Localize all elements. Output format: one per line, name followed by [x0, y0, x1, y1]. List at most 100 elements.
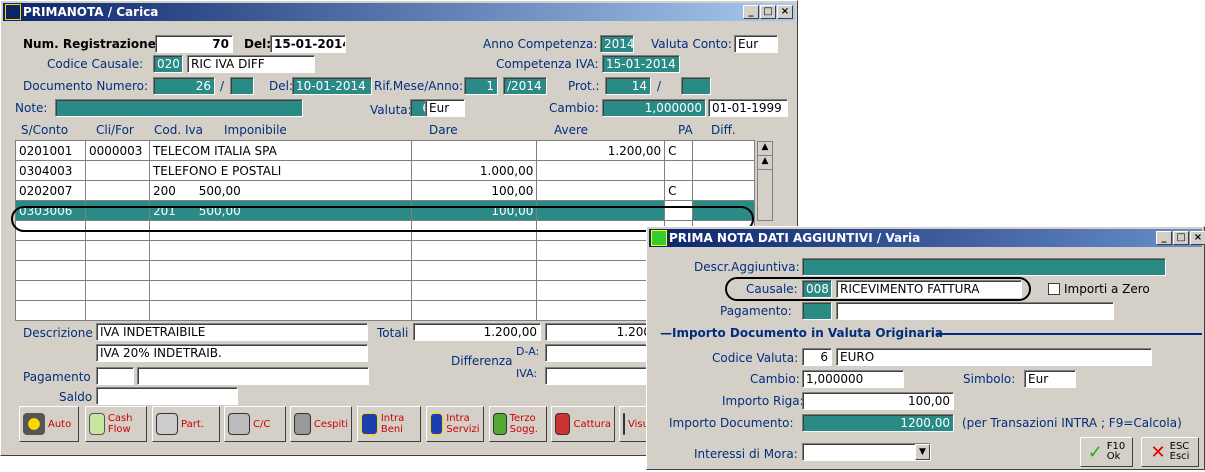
interessi-select[interactable] — [802, 443, 931, 461]
maximize-icon[interactable]: □ — [1173, 231, 1189, 245]
doc-num-label: Documento Numero: — [23, 79, 149, 93]
doc-del-field[interactable]: 10-01-2014 — [292, 77, 372, 95]
cell-desc[interactable]: 200 500,00 — [148, 180, 412, 201]
prot-suffix-field[interactable] — [681, 77, 711, 95]
close-icon[interactable]: × — [1190, 231, 1205, 245]
cambio-dialog-field[interactable]: 1,000000 — [802, 370, 904, 388]
rif-anno-field[interactable]: /2014 — [503, 77, 547, 95]
check-icon: ✓ — [1087, 441, 1103, 463]
pagamento-desc-field[interactable] — [836, 302, 1114, 320]
cattura-button[interactable]: Cattura — [551, 406, 615, 442]
competenza-iva-field[interactable]: 15-01-2014 — [602, 55, 680, 73]
cell-pa[interactable]: C — [664, 180, 694, 201]
intra-beni-button[interactable]: Intra Beni — [357, 406, 421, 442]
table-row[interactable]: 0202007 200 500,00 100,00 C — [15, 180, 755, 201]
table-row[interactable] — [15, 240, 755, 261]
num-reg-field[interactable]: 70 — [155, 35, 233, 53]
del-field[interactable]: 15-01-2014 — [270, 35, 346, 53]
rif-mese-field[interactable]: 1 — [464, 77, 498, 95]
cell-diff[interactable] — [692, 180, 755, 201]
table-row[interactable] — [15, 260, 755, 281]
esci-button[interactable]: ✕ ESC Esci — [1141, 437, 1199, 467]
doc-num-field[interactable]: 26 — [153, 77, 215, 95]
auto-button[interactable]: Auto — [19, 406, 79, 442]
doc-del-label: Del: — [269, 79, 293, 93]
importo-doc-label: Importo Documento: — [669, 416, 794, 430]
codice-causale-desc[interactable]: RIC IVA DIFF — [187, 55, 315, 73]
cell-conto[interactable]: 0201001 — [15, 140, 86, 161]
cell-pa[interactable] — [664, 160, 694, 181]
cambio-date-field[interactable]: 01-01-1999 — [708, 99, 788, 117]
cell-avere[interactable]: 1.200,00 — [536, 140, 666, 161]
intra-note: (per Transazioni INTRA ; F9=Calcola) — [962, 416, 1182, 430]
cell-clifor[interactable]: 0000003 — [84, 140, 150, 161]
dati-aggiuntivi-dialog: PRIMA NOTA DATI AGGIUNTIVI / Varia _ □ ×… — [646, 226, 1205, 470]
section-label: —Importo Documento in Valuta Originaria — [660, 326, 944, 340]
cell-clifor[interactable] — [84, 160, 150, 181]
rif-label: Rif.Mese/Anno: — [374, 79, 464, 93]
cell-conto[interactable]: 0304003 — [15, 160, 86, 181]
descrizione-field-1[interactable]: IVA INDETRAIBILE — [96, 323, 368, 341]
close-icon[interactable]: × — [777, 5, 793, 19]
scroll-up-icon[interactable]: ▲ — [758, 142, 772, 156]
cell-desc[interactable]: TELECOM ITALIA SPA — [148, 140, 412, 161]
cell-dare[interactable]: 100,00 — [410, 180, 538, 201]
cespiti-button[interactable]: Cespiti — [290, 406, 352, 442]
visua-button[interactable]: Visua — [619, 406, 655, 442]
table-row[interactable] — [15, 280, 755, 301]
cell-pa[interactable]: C — [664, 140, 694, 161]
prot-field[interactable]: 14 — [605, 77, 651, 95]
pagamento-code-field[interactable] — [96, 367, 134, 385]
importi-zero-checkbox[interactable] — [1048, 283, 1060, 295]
grid-scrollbar[interactable]: ▲ ▲ — [757, 141, 773, 221]
anno-comp-field[interactable]: 2014 — [600, 35, 634, 53]
iva-label: IVA: — [516, 367, 538, 380]
cell-avere[interactable] — [536, 160, 666, 181]
descr-aggiuntiva-field[interactable] — [802, 258, 1166, 276]
partite-icon — [156, 413, 178, 435]
table-row[interactable]: 0304003 TELEFONO E POSTALI 1.000,00 — [15, 160, 755, 181]
valuta-conto-label: Valuta Conto: — [651, 37, 732, 51]
codice-causale-code[interactable]: 020 — [153, 55, 183, 73]
cod-valuta-code-field[interactable]: 6 — [802, 348, 832, 366]
maximize-icon[interactable]: □ — [760, 5, 776, 19]
ok-button[interactable]: ✓ F10 Ok — [1080, 437, 1133, 467]
cell-clifor[interactable] — [84, 180, 150, 201]
cell-dare[interactable]: 1.000,00 — [410, 160, 538, 181]
pagamento-code-field[interactable] — [802, 302, 832, 320]
main-title: PRIMANOTA / Carica — [23, 5, 159, 19]
main-titlebar[interactable]: PRIMANOTA / Carica _ □ × — [3, 3, 795, 21]
descrizione-field-2[interactable]: IVA 20% INDETRAIB. — [96, 344, 368, 362]
col-diff: Diff. — [711, 123, 736, 137]
gears-icon — [23, 413, 45, 435]
differenza-iva-field — [545, 367, 655, 385]
doc-suffix-field[interactable] — [230, 77, 254, 95]
cell-desc[interactable]: TELEFONO E POSTALI — [148, 160, 412, 181]
dialog-titlebar[interactable]: PRIMA NOTA DATI AGGIUNTIVI / Varia _ □ × — [649, 229, 1205, 247]
intra-servizi-button[interactable]: Intra Servizi — [426, 406, 484, 442]
note-field[interactable] — [55, 99, 303, 117]
table-row[interactable]: 0201001 0000003 TELECOM ITALIA SPA 1.200… — [15, 140, 755, 161]
cell-avere[interactable] — [536, 180, 666, 201]
cell-diff[interactable] — [692, 140, 755, 161]
cambio-field[interactable]: 1,000000 — [602, 99, 706, 117]
valuta-conto-field[interactable]: Eur — [734, 35, 778, 53]
terzo-sogg-button[interactable]: Terzo Sogg. — [489, 406, 547, 442]
importo-doc-field[interactable]: 1200,00 — [802, 414, 954, 432]
totale-dare-field: 1.200,00 — [413, 323, 541, 341]
minimize-icon[interactable]: _ — [743, 5, 759, 19]
chevron-down-icon[interactable]: ▼ — [915, 444, 930, 460]
cc-button[interactable]: C/C — [224, 406, 286, 442]
cash-flow-button[interactable]: Cash Flow — [85, 406, 147, 442]
simbolo-field[interactable]: Eur — [1024, 370, 1076, 388]
cell-dare[interactable] — [410, 140, 538, 161]
scroll-down-icon[interactable]: ▲ — [758, 156, 772, 170]
cell-diff[interactable] — [692, 160, 755, 181]
cell-conto[interactable]: 0202007 — [15, 180, 86, 201]
valuta-field[interactable]: Eur — [425, 99, 465, 117]
table-row[interactable] — [15, 300, 755, 321]
minimize-icon[interactable]: _ — [1156, 231, 1172, 245]
pagamento-desc-field[interactable] — [137, 367, 369, 385]
cod-valuta-desc-field[interactable]: EURO — [836, 348, 1152, 366]
part-button[interactable]: Part. — [152, 406, 220, 442]
